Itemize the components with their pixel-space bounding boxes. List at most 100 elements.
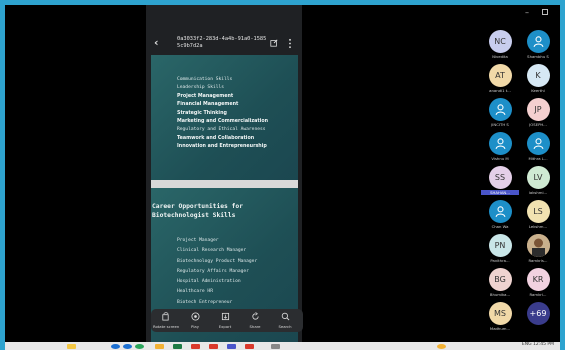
participant-name: Madhum... xyxy=(489,326,511,331)
participant-name: Lekshm... xyxy=(528,224,548,229)
participant-name: Keerthi xyxy=(531,88,545,93)
list-item: Financial Management xyxy=(177,102,239,108)
more-options-icon[interactable] xyxy=(288,38,292,49)
list-item: Communication Skills xyxy=(177,77,233,82)
person-icon xyxy=(488,98,512,121)
list-item: Regulatory Affairs Manager xyxy=(177,268,249,274)
slide-separator xyxy=(151,180,298,188)
export-icon xyxy=(221,312,229,321)
app-icon[interactable] xyxy=(209,344,218,349)
rotate-screen-label: Rotate screen xyxy=(153,324,180,329)
app-icon[interactable] xyxy=(271,344,280,349)
app-icon[interactable] xyxy=(155,344,164,349)
participant-name: Ramkri... xyxy=(529,292,547,297)
app-icon[interactable] xyxy=(111,344,120,349)
app-icon[interactable] xyxy=(245,344,254,349)
list-item: Leadership Skills xyxy=(177,85,225,91)
participant-name: Shambhu S xyxy=(527,54,549,59)
search-button[interactable]: Search xyxy=(273,312,297,329)
participant-name: Vishnu M xyxy=(491,156,509,161)
participant-tile[interactable]: MS Madhum... xyxy=(480,302,520,342)
participant-name: Nivedita xyxy=(492,54,508,59)
participant-name: Bhumika... xyxy=(489,292,511,297)
export-button[interactable]: Export xyxy=(213,312,237,329)
avatar: +69 xyxy=(526,302,550,325)
share-button[interactable]: Share xyxy=(243,312,267,329)
avatar-initials: BG xyxy=(494,275,506,284)
list-item: Teamwork and Collaboration xyxy=(177,135,255,141)
careers-list: Project Manager Clinical Research Manage… xyxy=(177,236,257,308)
avatar: LS xyxy=(526,200,550,223)
maximize-icon[interactable] xyxy=(542,9,548,15)
app-icon[interactable] xyxy=(123,344,132,349)
participant-name: lakshmi... xyxy=(528,190,548,195)
avatar-initials: +69 xyxy=(529,309,547,318)
list-item: Project Management xyxy=(177,93,234,99)
screenshot-border: – ‹ 0a3033f2-283d-4a4b-91a0-15855c9b7d2a xyxy=(0,0,565,350)
rotate-screen-button[interactable]: Rotate screen xyxy=(153,312,180,329)
avatar: LV xyxy=(526,166,550,189)
skills-list: Communication Skills Leadership Skills P… xyxy=(177,76,268,152)
taskbar: ENG 12:45 PM xyxy=(5,342,560,350)
avatar-initials: AT xyxy=(495,71,505,80)
avatar: NC xyxy=(488,30,512,53)
person-icon xyxy=(526,132,550,155)
viewer-top-bar: ‹ 0a3033f2-283d-4a4b-91a0-15855c9b7d2a xyxy=(146,5,302,54)
participant-name: anandi1 t... xyxy=(489,88,511,93)
avatar: JP xyxy=(526,98,550,121)
slide-title: Career Opportunities for Biotechnologist… xyxy=(152,203,243,219)
slide-skills: Communication Skills Leadership Skills P… xyxy=(151,55,298,180)
list-item: Regulatory and Ethical Awareness xyxy=(177,127,266,133)
shared-document-viewer: ‹ 0a3033f2-283d-4a4b-91a0-15855c9b7d2a C… xyxy=(146,5,303,342)
list-item: Clinical Research Manager xyxy=(177,248,247,254)
participant-name: Ramkris... xyxy=(528,258,548,263)
app-icon[interactable] xyxy=(227,344,236,349)
minimize-icon[interactable]: – xyxy=(525,8,529,17)
avatar-initials: SS xyxy=(494,173,506,182)
share-label: Share xyxy=(249,324,261,329)
list-item: Healthcare HR xyxy=(177,289,213,295)
participant-grid: NC Nivedita Shambhu S AT anandi1 t... K Keerth… xyxy=(480,30,560,342)
search-icon xyxy=(281,312,289,321)
list-item: Biotechnology Product Manager xyxy=(177,258,258,264)
avatar-initials: NC xyxy=(494,37,506,46)
back-arrow-icon[interactable]: ‹ xyxy=(154,36,159,49)
app-icon[interactable] xyxy=(173,344,182,349)
search-label: Search xyxy=(278,324,292,329)
person-icon xyxy=(526,30,550,53)
list-item: Project Manager xyxy=(177,238,219,243)
weather-icon xyxy=(437,344,446,349)
list-item: Strategic Thinking xyxy=(177,110,227,116)
avatar: PN xyxy=(488,234,512,257)
rotate-screen-icon xyxy=(161,312,169,321)
avatar-initials: LV xyxy=(533,173,543,182)
avatar-initials: K xyxy=(535,71,541,80)
avatar: SS xyxy=(488,166,512,189)
avatar: BG xyxy=(488,268,512,291)
avatar: K xyxy=(526,64,550,87)
avatar-initials: PN xyxy=(494,241,506,250)
play-icon xyxy=(190,312,200,321)
file-name: 0a3033f2-283d-4a4b-91a0-15855c9b7d2a xyxy=(177,36,267,49)
participant-name: Mithra L... xyxy=(528,156,548,161)
avatar: MS xyxy=(488,302,512,325)
file-explorer-icon[interactable] xyxy=(67,344,76,349)
person-icon xyxy=(488,200,512,223)
avatar-initials: JP xyxy=(534,105,542,114)
participant-name: JOSEPH... xyxy=(529,122,547,127)
export-label: Export xyxy=(218,324,232,329)
app-icon[interactable] xyxy=(135,344,144,349)
list-item: Marketing and Commercialization xyxy=(177,119,269,125)
list-item: Innovation and Entrepreneurship xyxy=(177,144,267,150)
avatar xyxy=(526,234,550,257)
app-icon[interactable] xyxy=(191,344,200,349)
list-item: Hospital Administration xyxy=(177,279,241,285)
meeting-screen: – ‹ 0a3033f2-283d-4a4b-91a0-15855c9b7d2a xyxy=(5,5,560,342)
participant-tile[interactable]: +69 xyxy=(518,302,558,342)
play-label: Play xyxy=(191,324,199,329)
play-button[interactable]: Play xyxy=(183,312,207,329)
avatar-initials: LS xyxy=(533,207,543,216)
edit-icon[interactable] xyxy=(270,39,278,47)
person-icon xyxy=(488,132,512,155)
avatar: KR xyxy=(526,268,550,291)
